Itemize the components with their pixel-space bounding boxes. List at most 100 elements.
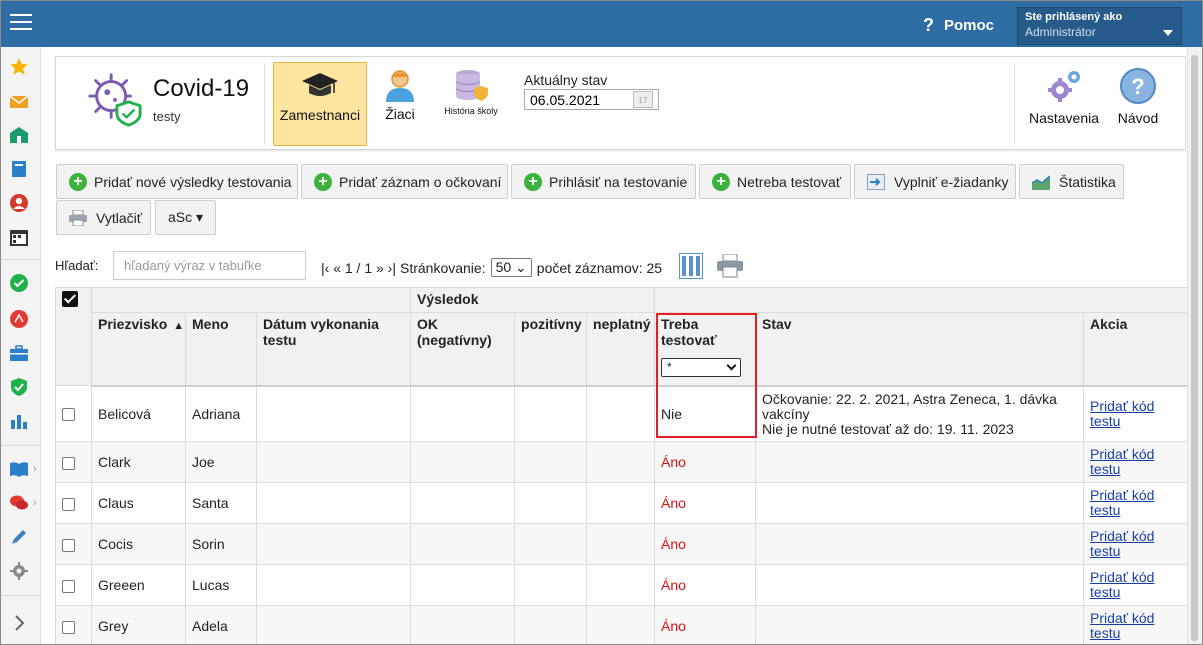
row-checkbox[interactable] (62, 456, 75, 470)
col-need-test-label: Treba testovať (661, 316, 717, 348)
add-results-button[interactable]: + Pridať nové výsledky testovania (56, 164, 298, 199)
result-group-header: Výsledok (410, 287, 656, 313)
table-row: Cocis Sorin Áno Pridať kód testu (55, 523, 1189, 565)
add-test-code-link[interactable]: Pridať kód testu (1090, 447, 1181, 477)
covid-virus-icon (88, 73, 142, 127)
col-surname[interactable]: Priezvisko ▲ (91, 312, 186, 387)
status-cell: Očkovanie: 22. 2. 2021, Astra Zeneca, 1.… (755, 385, 1085, 442)
hamburger-menu-icon[interactable] (10, 14, 32, 32)
add-test-code-link[interactable]: Pridať kód testu (1090, 398, 1181, 429)
row-checkbox[interactable] (62, 538, 75, 552)
need-test-cell: Áno (654, 523, 757, 565)
action-cell: Pridať kód testu (1083, 441, 1189, 483)
briefcase-icon[interactable] (9, 343, 29, 363)
scrollbar-thumb[interactable] (1191, 55, 1198, 641)
col-status[interactable]: Stav (755, 312, 1085, 387)
name-cell: Joe (185, 441, 257, 483)
no-test-needed-button[interactable]: + Netreba testovať (699, 164, 851, 199)
add-test-code-link[interactable]: Pridať kód testu (1090, 611, 1181, 641)
name-cell: Lucas (185, 564, 257, 606)
calendar-icon[interactable] (9, 227, 29, 247)
need-test-filter-select[interactable]: * (661, 358, 742, 377)
tab-employees-label: Zamestnanci (279, 107, 361, 123)
mail-icon[interactable] (9, 92, 29, 112)
record-count: počet záznamov: 25 (536, 259, 663, 276)
chevron-down-icon (726, 360, 737, 371)
fill-eforms-button[interactable]: Vyplniť e-žiadanky (854, 164, 1016, 199)
book-icon[interactable] (9, 159, 29, 179)
register-testing-button[interactable]: + Prihlásiť na testovanie (511, 164, 696, 199)
open-book-icon[interactable] (9, 459, 29, 479)
add-test-code-link[interactable]: Pridať kód testu (1090, 488, 1181, 518)
chevron-right-icon[interactable]: › (33, 497, 37, 509)
chevron-right-icon[interactable]: › (33, 463, 37, 475)
asc-menu-button[interactable]: aSc ▾ (155, 200, 216, 235)
expand-sidebar-icon[interactable] (9, 613, 29, 633)
check-circle-icon[interactable] (9, 273, 29, 293)
settings-label: Nastavenia (1028, 110, 1100, 126)
sign-icon[interactable] (9, 309, 29, 329)
shield-check-icon[interactable] (9, 377, 29, 397)
col-need-test[interactable]: Treba testovať * (654, 312, 757, 387)
export-arrow-icon (867, 173, 885, 190)
help-label: Pomoc (944, 17, 995, 34)
state-label: Aktuálny stav (524, 72, 608, 88)
name-cell: Adela (185, 605, 257, 644)
surname-cell: Grey (91, 605, 186, 644)
col-name[interactable]: Meno (185, 312, 257, 387)
table-row: Grey Adela Áno Pridať kód testu (55, 605, 1189, 644)
col-positive[interactable]: pozitívny (514, 312, 588, 387)
col-action[interactable]: Akcia (1083, 312, 1189, 387)
user-icon[interactable] (9, 193, 29, 213)
columns-icon[interactable] (679, 253, 703, 279)
row-checkbox[interactable] (62, 579, 75, 593)
pen-icon[interactable] (9, 527, 29, 547)
tab-employees[interactable]: Zamestnanci (273, 62, 367, 146)
guide-button[interactable]: ? Návod (1112, 67, 1164, 126)
col-test-date[interactable]: Dátum vykonania testu (255, 312, 412, 387)
tab-pupils[interactable]: Žiaci (374, 62, 426, 146)
app-subtitle: testy (153, 109, 181, 124)
chat-icon[interactable] (9, 493, 29, 513)
print-button[interactable]: Vytlačiť (56, 200, 151, 235)
tab-school-history[interactable]: História školy (436, 62, 506, 146)
col-invalid[interactable]: neplatný (586, 312, 656, 387)
gear-icon[interactable] (9, 561, 29, 581)
bar-chart-icon[interactable] (9, 411, 29, 431)
select-all-checkbox[interactable] (62, 291, 78, 307)
add-test-code-link[interactable]: Pridať kód testu (1090, 529, 1181, 559)
caret-down-icon (1163, 30, 1173, 36)
col-ok-negative[interactable]: OK (negatívny) (410, 312, 516, 387)
row-checkbox[interactable] (62, 408, 75, 422)
settings-button[interactable]: Nastavenia (1028, 67, 1100, 126)
need-test-cell: Áno (654, 441, 757, 483)
school-icon[interactable] (9, 125, 29, 145)
pager-nav[interactable]: |‹ « 1 / 1 » ›| (321, 260, 396, 276)
table-row: Clark Joe Áno Pridať kód testu (55, 441, 1189, 483)
name-cell: Santa (185, 482, 257, 524)
help-button[interactable]: ? Pomoc (923, 15, 994, 36)
page-size-select[interactable]: 50 ⌄ (490, 258, 532, 277)
printer-icon[interactable] (717, 254, 743, 278)
status-line: Očkovanie: 22. 2. 2021, Astra Zeneca, 1.… (762, 390, 1057, 422)
search-input[interactable] (113, 251, 306, 280)
statistics-button[interactable]: Štatistika (1019, 164, 1124, 199)
user-role: Administrátor (1025, 25, 1096, 39)
question-icon: ? (923, 15, 934, 35)
status-cell (755, 482, 1085, 524)
row-checkbox[interactable] (62, 620, 75, 634)
guide-label: Návod (1117, 110, 1159, 126)
pupil-icon (386, 70, 414, 102)
add-test-code-link[interactable]: Pridať kód testu (1090, 570, 1181, 600)
user-dropdown[interactable]: Ste prihlásený ako Administrátor (1017, 7, 1182, 45)
table-row: Claus Santa Áno Pridať kód testu (55, 482, 1189, 524)
surname-cell: Greeen (91, 564, 186, 606)
add-vaccination-button[interactable]: + Pridať záznam o očkovaní (301, 164, 508, 199)
surname-cell: Belicová (91, 385, 186, 442)
no-test-needed-label: Netreba testovať (737, 173, 842, 190)
pager: |‹ « 1 / 1 » ›| Stránkovanie: 50 ⌄ počet… (321, 258, 662, 277)
row-checkbox[interactable] (62, 497, 75, 511)
star-icon[interactable] (9, 57, 29, 77)
calendar-picker-icon[interactable]: 17 (633, 91, 653, 108)
tab-school-history-label: História školy (444, 106, 498, 116)
